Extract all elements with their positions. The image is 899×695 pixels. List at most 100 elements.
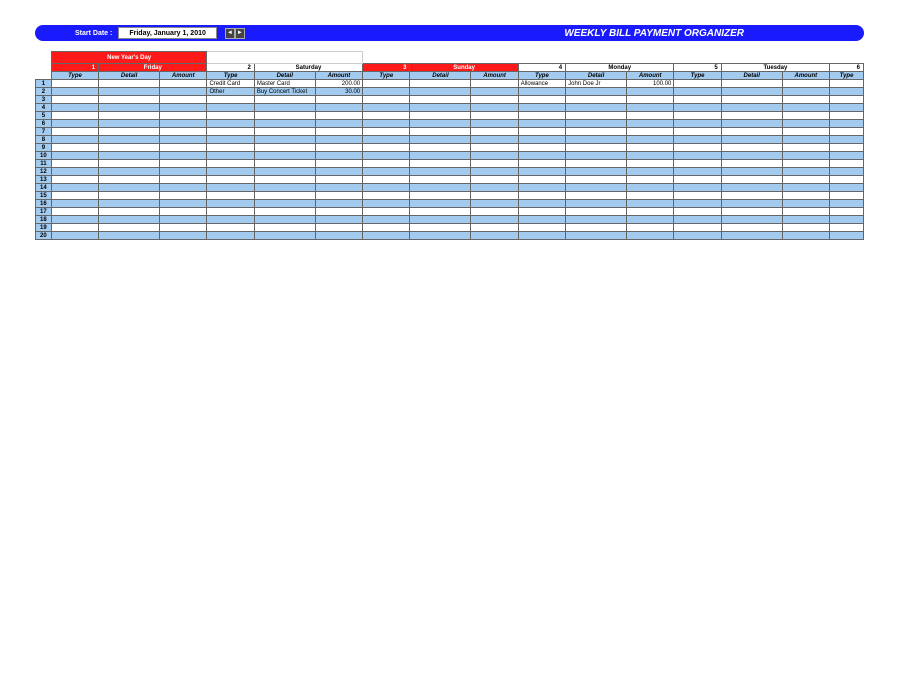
type-cell[interactable] <box>830 232 864 240</box>
detail-cell[interactable] <box>566 144 627 152</box>
type-cell[interactable] <box>363 216 410 224</box>
amount-cell[interactable] <box>160 144 207 152</box>
type-cell[interactable] <box>207 200 254 208</box>
amount-cell[interactable] <box>627 88 674 96</box>
detail-cell[interactable] <box>566 168 627 176</box>
type-cell[interactable] <box>363 176 410 184</box>
amount-cell[interactable] <box>315 200 362 208</box>
type-cell[interactable] <box>363 192 410 200</box>
detail-cell[interactable] <box>566 152 627 160</box>
detail-cell[interactable] <box>99 208 160 216</box>
type-cell[interactable] <box>518 152 565 160</box>
type-cell[interactable] <box>363 96 410 104</box>
amount-cell[interactable] <box>782 96 829 104</box>
amount-cell[interactable] <box>471 152 518 160</box>
detail-cell[interactable] <box>410 128 471 136</box>
type-cell[interactable] <box>830 128 864 136</box>
detail-cell[interactable] <box>410 80 471 88</box>
type-cell[interactable] <box>830 152 864 160</box>
type-cell[interactable] <box>363 104 410 112</box>
amount-cell[interactable] <box>782 80 829 88</box>
type-cell[interactable] <box>830 184 864 192</box>
type-cell[interactable] <box>363 136 410 144</box>
detail-cell[interactable] <box>410 144 471 152</box>
amount-cell[interactable] <box>627 136 674 144</box>
detail-cell[interactable] <box>721 176 782 184</box>
detail-cell[interactable] <box>254 128 315 136</box>
type-cell[interactable] <box>830 168 864 176</box>
amount-cell[interactable] <box>160 80 207 88</box>
amount-cell[interactable] <box>315 232 362 240</box>
type-cell[interactable] <box>830 96 864 104</box>
detail-cell[interactable] <box>254 136 315 144</box>
type-cell[interactable] <box>363 208 410 216</box>
amount-cell[interactable] <box>471 104 518 112</box>
amount-cell[interactable] <box>471 88 518 96</box>
amount-cell[interactable] <box>160 120 207 128</box>
amount-cell[interactable] <box>782 200 829 208</box>
detail-cell[interactable] <box>254 184 315 192</box>
type-cell[interactable] <box>674 232 721 240</box>
type-cell[interactable] <box>518 200 565 208</box>
type-cell[interactable] <box>830 160 864 168</box>
type-cell[interactable] <box>363 200 410 208</box>
amount-cell[interactable] <box>782 152 829 160</box>
detail-cell[interactable] <box>566 208 627 216</box>
amount-cell[interactable] <box>160 112 207 120</box>
type-cell[interactable] <box>674 104 721 112</box>
type-cell[interactable] <box>363 128 410 136</box>
amount-cell[interactable] <box>160 88 207 96</box>
type-cell[interactable] <box>51 152 98 160</box>
amount-cell[interactable] <box>315 112 362 120</box>
amount-cell[interactable] <box>471 112 518 120</box>
amount-cell[interactable] <box>160 104 207 112</box>
amount-cell[interactable]: 200.00 <box>315 80 362 88</box>
detail-cell[interactable] <box>721 184 782 192</box>
type-cell[interactable] <box>518 112 565 120</box>
detail-cell[interactable] <box>721 96 782 104</box>
type-cell[interactable] <box>51 208 98 216</box>
detail-cell[interactable] <box>721 128 782 136</box>
amount-cell[interactable] <box>627 96 674 104</box>
amount-cell[interactable] <box>315 136 362 144</box>
type-cell[interactable] <box>830 104 864 112</box>
amount-cell[interactable] <box>627 216 674 224</box>
detail-cell[interactable] <box>721 208 782 216</box>
type-cell[interactable] <box>51 88 98 96</box>
amount-cell[interactable] <box>471 120 518 128</box>
type-cell[interactable] <box>518 120 565 128</box>
amount-cell[interactable] <box>315 152 362 160</box>
type-cell[interactable] <box>51 224 98 232</box>
type-cell[interactable] <box>51 232 98 240</box>
amount-cell[interactable] <box>627 184 674 192</box>
detail-cell[interactable] <box>254 104 315 112</box>
type-cell[interactable] <box>207 216 254 224</box>
amount-cell[interactable] <box>627 208 674 216</box>
type-cell[interactable] <box>830 144 864 152</box>
type-cell[interactable] <box>363 144 410 152</box>
amount-cell[interactable] <box>471 184 518 192</box>
detail-cell[interactable] <box>99 144 160 152</box>
type-cell[interactable] <box>207 168 254 176</box>
detail-cell[interactable] <box>410 112 471 120</box>
amount-cell[interactable] <box>160 160 207 168</box>
detail-cell[interactable] <box>99 192 160 200</box>
amount-cell[interactable] <box>315 184 362 192</box>
type-cell[interactable] <box>51 216 98 224</box>
detail-cell[interactable] <box>566 128 627 136</box>
next-button[interactable]: ► <box>235 28 245 39</box>
type-cell[interactable] <box>207 232 254 240</box>
type-cell[interactable] <box>363 160 410 168</box>
detail-cell[interactable] <box>721 200 782 208</box>
amount-cell[interactable] <box>782 136 829 144</box>
type-cell[interactable] <box>674 112 721 120</box>
type-cell[interactable]: Credit Card <box>207 80 254 88</box>
amount-cell[interactable] <box>315 224 362 232</box>
detail-cell[interactable] <box>410 152 471 160</box>
type-cell[interactable] <box>363 184 410 192</box>
type-cell[interactable] <box>207 104 254 112</box>
type-cell[interactable] <box>51 176 98 184</box>
type-cell[interactable] <box>674 144 721 152</box>
detail-cell[interactable] <box>566 112 627 120</box>
type-cell[interactable] <box>207 152 254 160</box>
